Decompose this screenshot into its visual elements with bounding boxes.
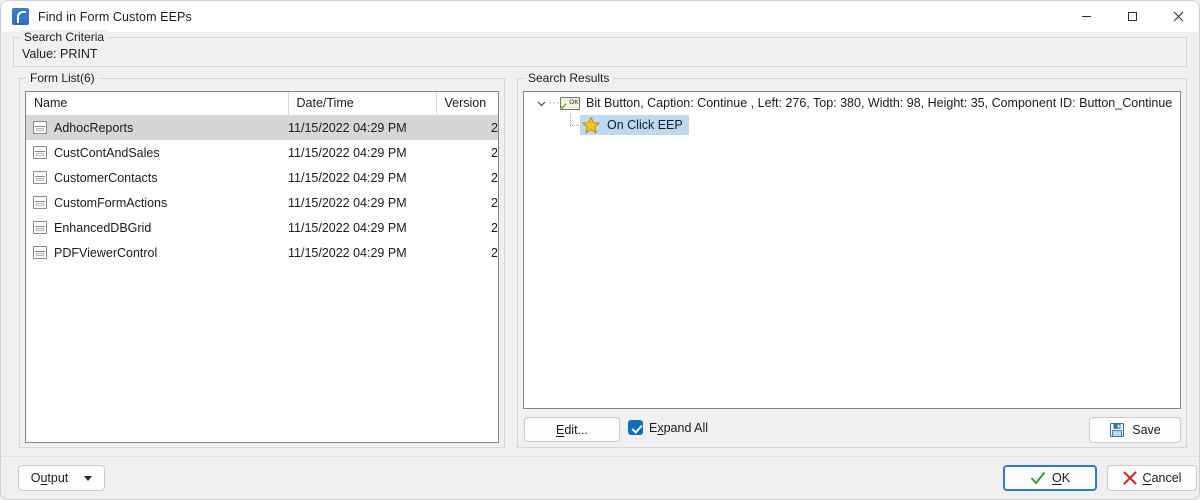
chevron-down-icon[interactable] (534, 96, 548, 110)
dialog-window: Find in Form Custom EEPs Search Criteria… (0, 0, 1200, 500)
cell-name: AdhocReports (26, 115, 288, 140)
form-list-body: AdhocReports 11/15/2022 04:29 PM 2 CustCont… (26, 115, 498, 265)
column-header-datetime[interactable]: Date/Time (288, 92, 437, 116)
search-results-legend: Search Results (524, 71, 614, 85)
window-title: Find in Form Custom EEPs (38, 9, 192, 24)
cell-version: 2 (491, 145, 498, 160)
form-icon (33, 146, 47, 159)
expand-all-checkbox[interactable]: Expand All (628, 420, 708, 435)
cell-version: 2 (491, 245, 498, 260)
maximize-icon[interactable] (1109, 1, 1155, 32)
tree-node-child-label: On Click EEP (607, 118, 683, 132)
form-name-label: EnhancedDBGrid (54, 220, 152, 235)
search-criteria-group: Search Criteria Value: PRINT (13, 30, 1187, 67)
bottom-bar: Output OK Cancel (1, 456, 1199, 499)
ok-button-label: OK (1051, 471, 1071, 485)
save-button-label: Save (1132, 423, 1161, 437)
tree-connector-child (566, 114, 580, 136)
table-row[interactable]: PDFViewerControl 11/15/2022 04:29 PM 2 (26, 240, 498, 265)
table-row[interactable]: EnhancedDBGrid 11/15/2022 04:29 PM 2 (26, 215, 498, 240)
cell-version: 2 (491, 195, 498, 210)
window-controls (1063, 1, 1199, 32)
star-icon (582, 116, 600, 134)
column-header-name[interactable]: Name (26, 92, 289, 116)
close-icon[interactable] (1155, 1, 1199, 32)
cell-datetime: 11/15/2022 04:29 PM (288, 145, 407, 160)
cell-datetime: 11/15/2022 04:29 PM (288, 220, 407, 235)
search-results-group: Search Results ··· OK Bit Button, Captio… (517, 71, 1187, 448)
title-bar: Find in Form Custom EEPs (1, 1, 1199, 32)
cell-name: PDFViewerControl (26, 240, 288, 265)
cell-version: 2 (491, 220, 498, 235)
cancel-button-label: Cancel (1142, 471, 1182, 485)
cell-name: EnhancedDBGrid (26, 215, 288, 240)
form-icon (33, 221, 47, 234)
cell-datetime: 11/15/2022 04:29 PM (288, 115, 436, 140)
tree-node-root[interactable]: ··· OK Bit Button, Caption: Continue , L… (524, 92, 1180, 114)
form-name-label: CustomFormActions (54, 195, 168, 210)
tree-connector: ··· (548, 96, 560, 109)
cell-name: CustContAndSales (26, 140, 288, 165)
form-name-label: AdhocReports (54, 120, 134, 135)
tree-node-root-label: Bit Button, Caption: Continue , Left: 27… (586, 96, 1173, 110)
cell-datetime: 11/15/2022 04:29 PM (288, 195, 407, 210)
form-icon (33, 171, 47, 184)
expand-all-label: Expand All (649, 420, 709, 435)
chevron-down-icon[interactable] (84, 475, 93, 481)
search-criteria-legend: Search Criteria (20, 30, 109, 44)
output-button-label: Output (30, 471, 69, 485)
edit-button-label: Edit... (556, 422, 588, 437)
floppy-disk-icon (1110, 422, 1125, 438)
ok-button-icon: OK (560, 96, 580, 110)
form-list-legend: Form List(6) (26, 71, 99, 85)
search-criteria-value: Value: PRINT (22, 47, 98, 61)
form-icon (33, 196, 47, 209)
cross-icon (1122, 471, 1137, 485)
form-list-table: Name Date/Time Version AdhocReports 11/15… (26, 92, 498, 265)
form-name-label: PDFViewerControl (54, 245, 158, 260)
form-name-label: CustomerContacts (54, 170, 158, 185)
cell-version: 2 (436, 115, 498, 140)
cell-datetime: 11/15/2022 04:29 PM (288, 170, 407, 185)
save-button[interactable]: Save (1089, 417, 1181, 443)
form-list-group: Form List(6) Name Date/Time Version Adho… (19, 71, 505, 448)
minimize-icon[interactable] (1063, 1, 1109, 32)
table-row[interactable]: AdhocReports 11/15/2022 04:29 PM 2 (26, 115, 498, 140)
cell-datetime: 11/15/2022 04:29 PM (288, 245, 407, 260)
cell-version: 2 (491, 170, 498, 185)
cell-name: CustomerContacts (26, 165, 288, 190)
table-header-row: Name Date/Time Version (26, 92, 498, 116)
output-button[interactable]: Output (18, 465, 105, 491)
column-header-version[interactable]: Version (436, 92, 498, 116)
form-icon (33, 246, 47, 259)
app-icon (12, 8, 29, 25)
ok-button[interactable]: OK (1003, 465, 1097, 491)
edit-button[interactable]: Edit... (524, 417, 620, 442)
table-row[interactable]: CustomerContacts 11/15/2022 04:29 PM 2 (26, 165, 498, 190)
table-row[interactable]: CustContAndSales 11/15/2022 04:29 PM 2 (26, 140, 498, 165)
search-results-tree[interactable]: ··· OK Bit Button, Caption: Continue , L… (523, 91, 1181, 409)
tree-node-child[interactable]: On Click EEP (524, 114, 1180, 136)
form-name-label: CustContAndSales (54, 145, 160, 160)
checkmark-icon (1030, 471, 1046, 485)
cell-name: CustomFormActions (26, 190, 288, 215)
table-row[interactable]: CustomFormActions 11/15/2022 04:29 PM 2 (26, 190, 498, 215)
checkbox-checked-icon[interactable] (628, 420, 643, 435)
cancel-button[interactable]: Cancel (1107, 465, 1197, 491)
form-icon (33, 121, 47, 135)
form-list-box[interactable]: Name Date/Time Version AdhocReports 11/15… (25, 91, 499, 443)
tree-node-child-selection[interactable]: On Click EEP (580, 115, 689, 135)
